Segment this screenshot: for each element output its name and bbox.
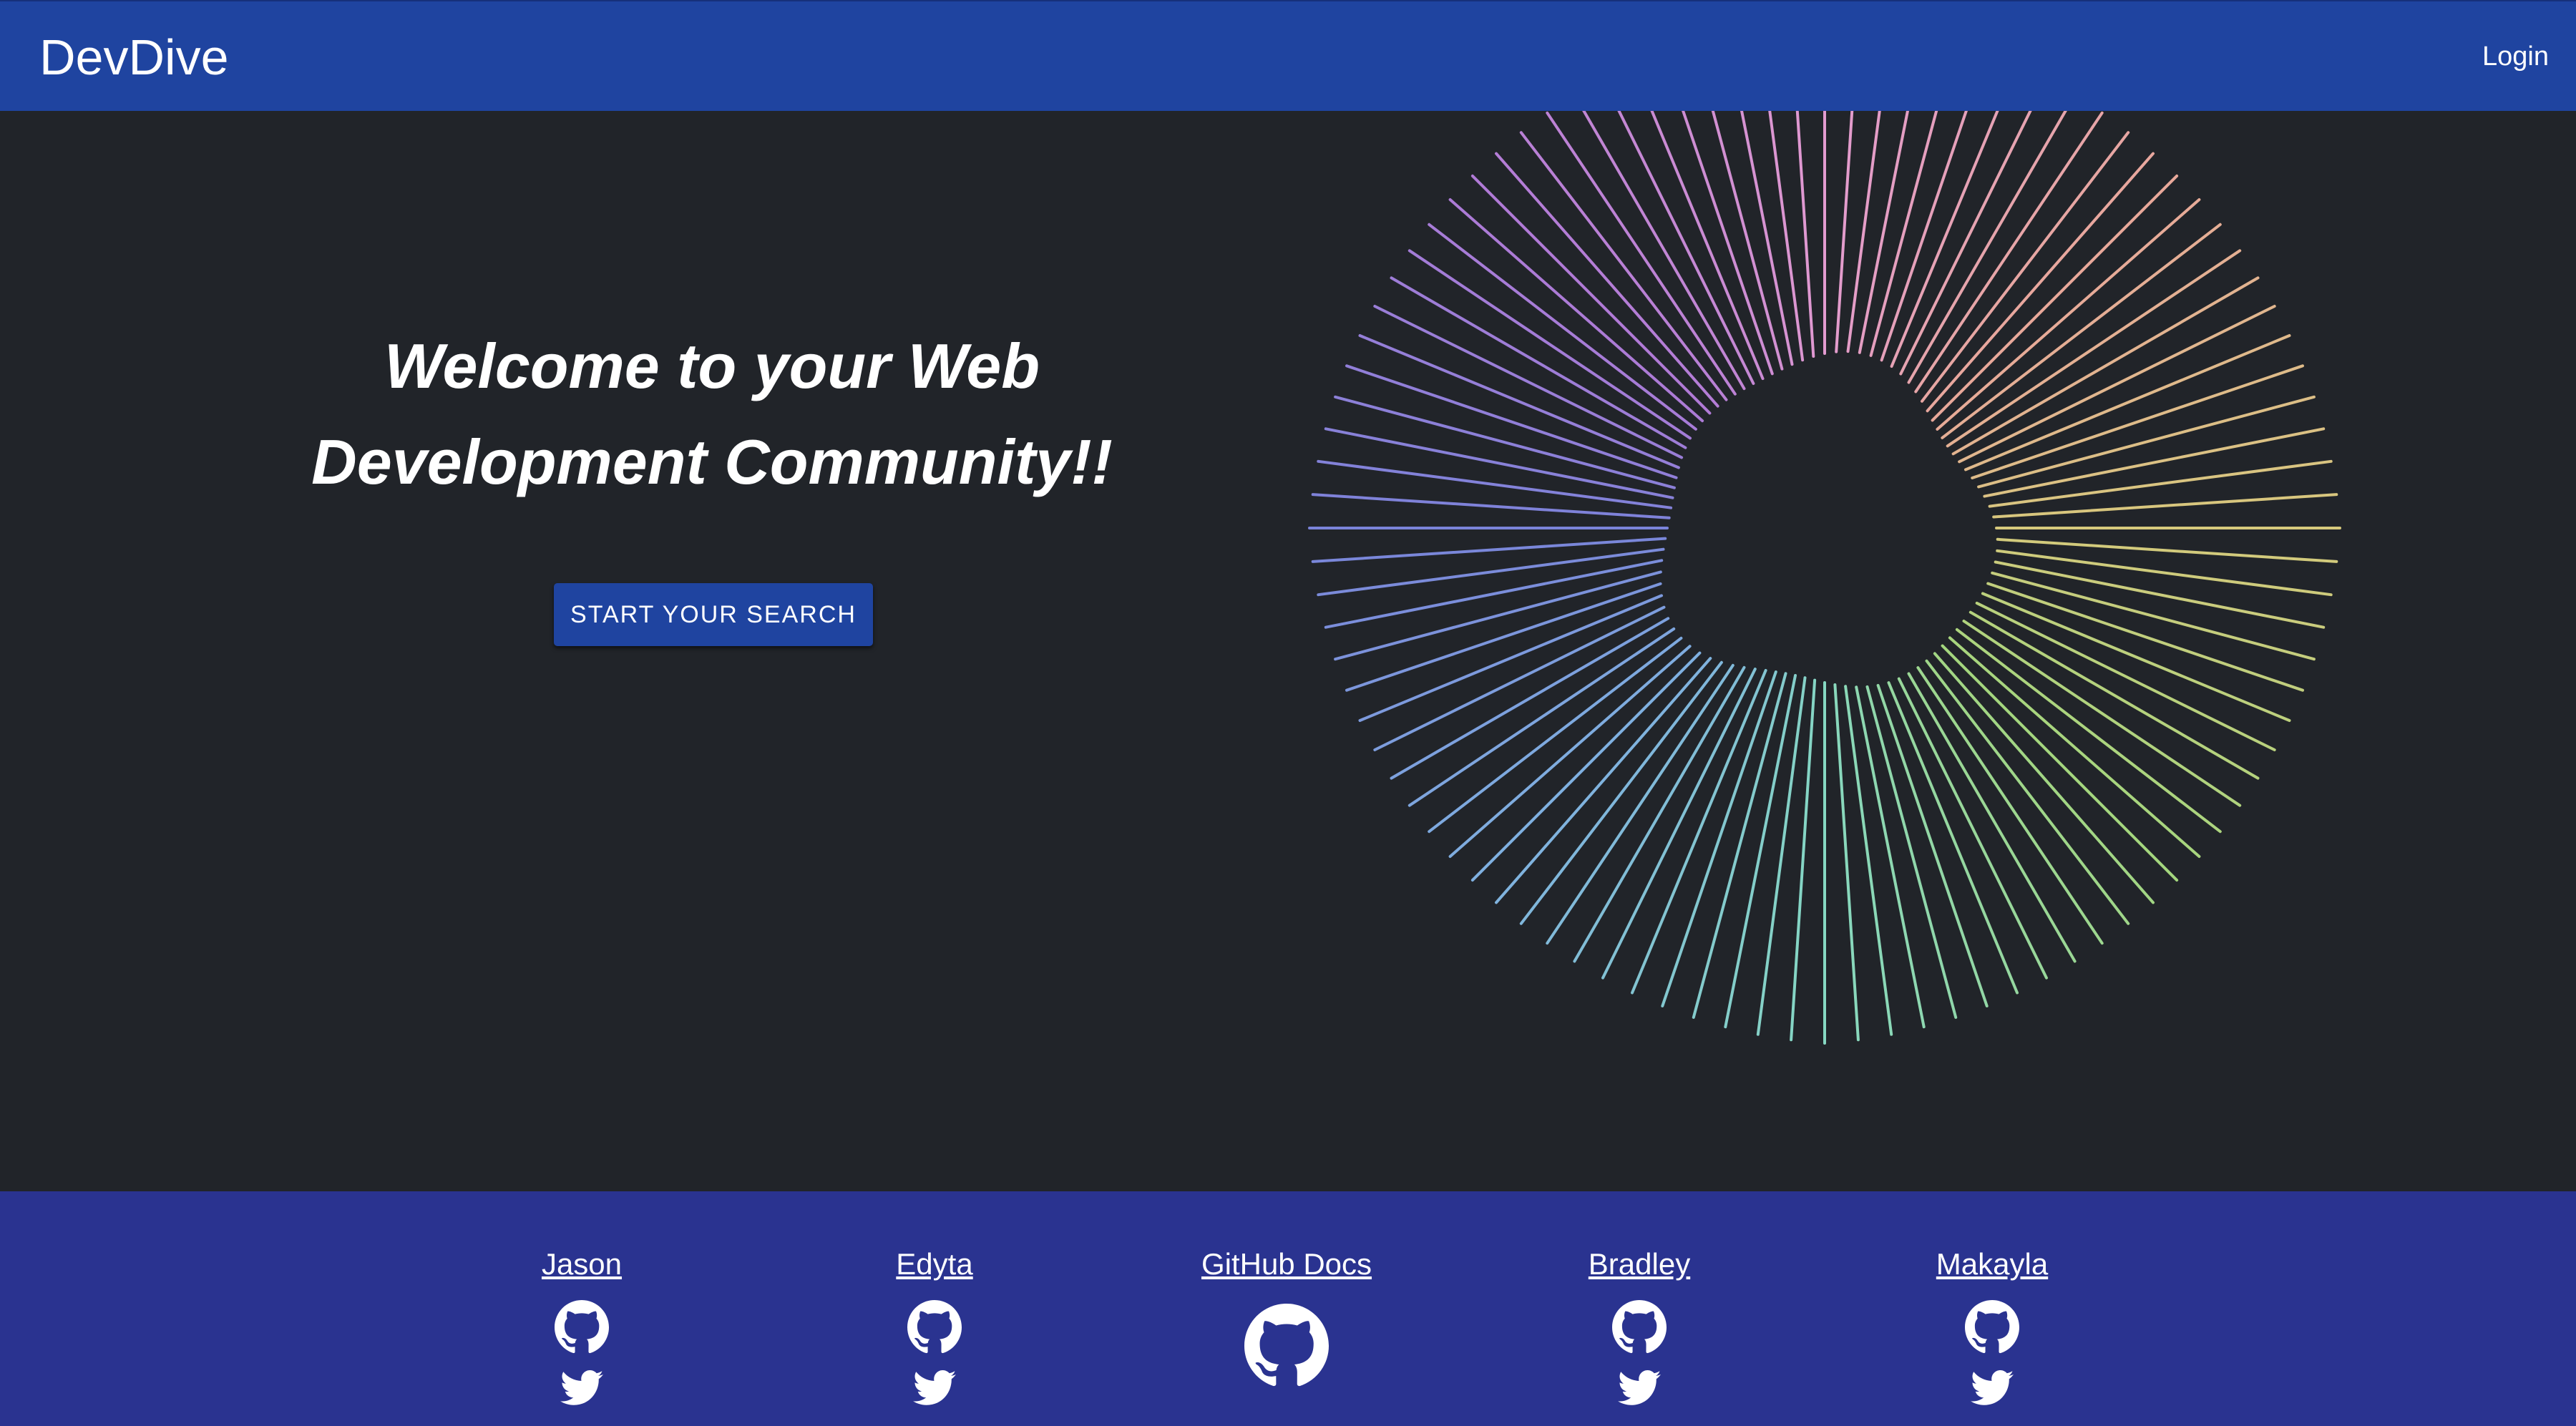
welcome-heading-line2: Development Community!! (311, 426, 1113, 497)
footer-link-makayla[interactable]: Makayla (1849, 1246, 2135, 1282)
burst-line (1692, 672, 1787, 1019)
burst-line (1931, 174, 2179, 422)
github-icon[interactable] (555, 1300, 609, 1354)
twitter-icon[interactable] (1971, 1370, 2014, 1406)
footer-link-edyta[interactable]: Edyta (791, 1246, 1078, 1282)
burst-line (1835, 111, 1854, 353)
burst-line (1390, 276, 1687, 449)
burst-line (1373, 605, 1666, 751)
hero-section: Welcome to your Web Development Communit… (0, 111, 2576, 1191)
burst-line (1756, 676, 1807, 1036)
github-icon[interactable] (1965, 1300, 2019, 1354)
burst-line (1941, 223, 2222, 439)
burst-line (1311, 493, 1671, 519)
burst-line (1724, 674, 1797, 1029)
burst-line (1844, 685, 1893, 1036)
github-icon[interactable] (1612, 1300, 1667, 1354)
brand-logo[interactable]: DevDive (39, 29, 229, 86)
burst-line (1345, 582, 1662, 692)
burst-line (1941, 644, 2179, 882)
burst-line (1661, 670, 1777, 1007)
burst-line (1876, 683, 1989, 1007)
burst-line (1740, 111, 1794, 366)
github-icon[interactable] (907, 1300, 962, 1354)
burst-line (1958, 305, 2276, 464)
welcome-heading: Welcome to your Web Development Communit… (272, 318, 1152, 510)
burst-line (1858, 111, 1910, 354)
burst-line (1519, 660, 1723, 925)
burst-line (1317, 459, 1673, 509)
burst-line (1971, 364, 2304, 479)
footer-column-jason: Jason (439, 1191, 725, 1406)
burst-line (1768, 111, 1805, 362)
footer-column-github-docs: GitHub Docs (1143, 1191, 1430, 1388)
burst-line (1358, 334, 1680, 469)
footer: Jason Edyta GitHub Docs Bradley Makayla (0, 1191, 2576, 1426)
burst-line (1324, 427, 1674, 499)
burst-line (1833, 683, 1860, 1042)
twitter-icon[interactable] (560, 1370, 603, 1406)
twitter-icon[interactable] (1618, 1370, 1661, 1406)
burst-line (1955, 627, 2222, 834)
footer-column-edyta: Edyta (791, 1191, 1078, 1406)
burst-line (1573, 665, 1746, 963)
burst-lines (1308, 111, 2341, 1045)
burst-line (1986, 582, 2304, 692)
burst-line (1317, 547, 1665, 597)
footer-column-makayla: Makayla (1849, 1191, 2135, 1406)
burst-line (1470, 174, 1712, 415)
burst-line (1358, 594, 1663, 722)
burst-line (1936, 198, 2201, 431)
login-link[interactable]: Login (2482, 40, 2549, 73)
burst-line (1790, 678, 1817, 1042)
footer-link-github-docs[interactable]: GitHub Docs (1143, 1246, 1430, 1282)
footer-link-jason[interactable]: Jason (439, 1246, 725, 1282)
burst-line (1880, 111, 1968, 362)
burst-line (1795, 111, 1815, 358)
burst-line (1682, 111, 1774, 376)
start-search-button[interactable]: START YOUR SEARCH (554, 583, 873, 646)
burst-line (1948, 636, 2201, 858)
burst-line (1907, 111, 2067, 384)
rainbow-burst-graphic (1308, 111, 2341, 1045)
top-navbar: DevDive Login (0, 0, 2576, 111)
burst-line (1345, 364, 1678, 479)
footer-link-bradley[interactable]: Bradley (1496, 1246, 1782, 1282)
github-icon[interactable] (1244, 1304, 1329, 1388)
welcome-heading-line1: Welcome to your Web (384, 331, 1040, 401)
burst-line (1951, 276, 2260, 456)
burst-line (1582, 111, 1746, 391)
twitter-icon[interactable] (913, 1370, 956, 1406)
burst-line (1311, 537, 1667, 563)
burst-line (1925, 659, 2130, 925)
footer-column-bradley: Bradley (1496, 1191, 1782, 1406)
burst-line (1926, 152, 2155, 413)
